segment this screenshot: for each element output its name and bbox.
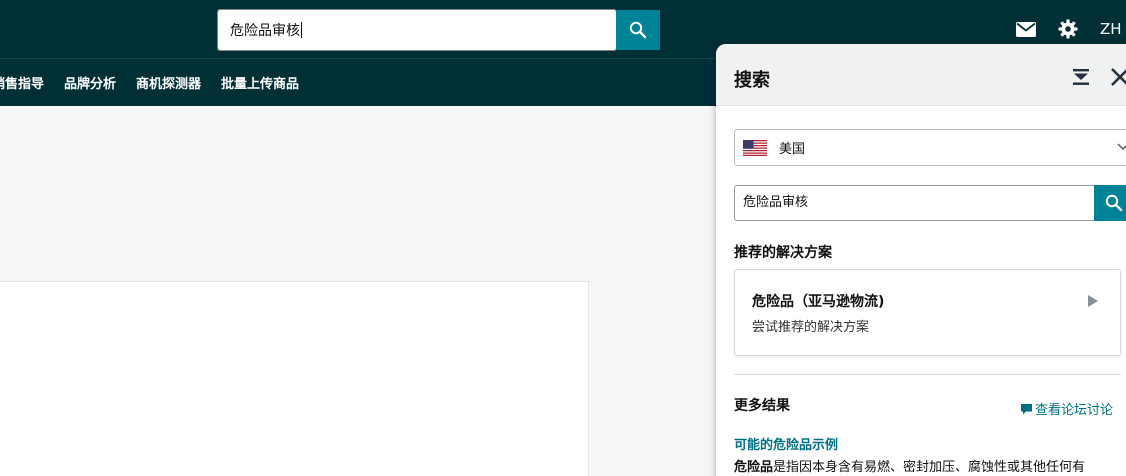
nav-item-brand-analytics[interactable]: 品牌分析 [64, 73, 116, 92]
result-title-link[interactable]: 可能的危险品示例 [734, 434, 838, 453]
us-flag-icon [743, 139, 767, 156]
nav-item-sales-guide[interactable]: 销售指导 [0, 73, 44, 92]
text-cursor [301, 22, 302, 38]
panel-search: 危险品审核 [734, 185, 1126, 221]
comment-icon [1021, 403, 1032, 414]
minimize-icon [1073, 69, 1089, 85]
top-right-actions: ZH [1016, 19, 1126, 39]
panel-search-button[interactable] [1094, 185, 1126, 221]
recommended-solution-card[interactable]: 危险品（亚马逊物流) 尝试推荐的解决方案 [734, 269, 1121, 356]
result-term: 危险品 [734, 460, 774, 475]
divider [734, 374, 1121, 375]
gear-icon [1058, 19, 1078, 39]
global-search-value: 危险品审核 [230, 23, 300, 39]
language-selector[interactable]: ZH [1100, 20, 1126, 38]
country-value: 美国 [779, 142, 806, 157]
global-search-button[interactable] [616, 10, 660, 50]
close-icon [1111, 68, 1126, 86]
search-panel: 搜索 美国 危险品审核 推荐的解决方案 危险品（亚马逊物流) 尝试推荐的解决方案… [716, 44, 1126, 476]
panel-header: 搜索 [716, 44, 1126, 106]
chevron-down-icon [1117, 143, 1126, 150]
result-snippet: 危险品是指因本身含有易燃、密封加压、腐蚀性或其他任何有 [734, 456, 1126, 475]
search-icon [1105, 194, 1123, 212]
content-card [0, 281, 589, 476]
mail-button[interactable] [1016, 21, 1036, 37]
recommended-title: 危险品（亚马逊物流) [752, 294, 885, 310]
minimize-button[interactable] [1072, 68, 1090, 91]
panel-search-input[interactable]: 危险品审核 [734, 185, 1094, 221]
recommended-subtitle: 尝试推荐的解决方案 [752, 320, 870, 335]
recommended-heading: 推荐的解决方案 [734, 245, 832, 261]
more-results-heading: 更多结果 [734, 398, 790, 414]
nav-item-opportunity-explorer[interactable]: 商机探测器 [136, 73, 201, 92]
forum-link-label: 查看论坛讨论 [1035, 403, 1114, 418]
settings-button[interactable] [1058, 19, 1078, 39]
global-search-input[interactable]: 危险品审核 [217, 9, 617, 51]
nav-item-bulk-upload[interactable]: 批量上传商品 [221, 73, 299, 92]
nav-items: 销售指导 品牌分析 商机探测器 批量上传商品 [0, 73, 319, 92]
search-icon [629, 21, 647, 39]
play-arrow-icon [1088, 295, 1098, 307]
result-text: 是指因本身含有易燃、密封加压、腐蚀性或其他任何有 [773, 460, 1086, 475]
forum-link[interactable]: 查看论坛讨论 [1020, 399, 1113, 418]
close-button[interactable] [1110, 67, 1126, 92]
global-search: 危险品审核 [217, 9, 660, 51]
mail-icon [1016, 21, 1036, 37]
panel-title: 搜索 [734, 70, 770, 91]
country-select[interactable]: 美国 [734, 129, 1126, 166]
